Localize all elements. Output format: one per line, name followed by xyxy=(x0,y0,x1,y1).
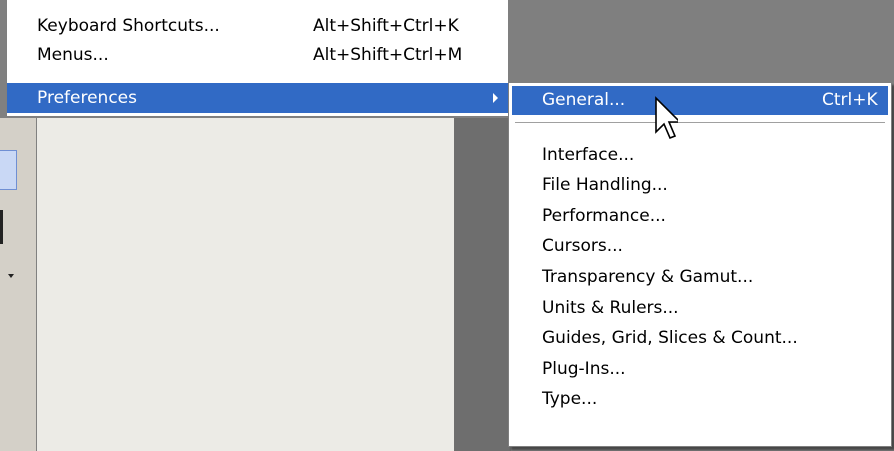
submenu-item-plug-ins[interactable]: Plug-Ins... xyxy=(512,355,888,384)
menu-item-menus[interactable]: Menus... Alt+Shift+Ctrl+M xyxy=(7,40,508,70)
menu-item-label: File Handling... xyxy=(542,175,668,195)
menu-separator xyxy=(515,122,885,124)
submenu-item-type[interactable]: Type... xyxy=(512,385,888,414)
menu-item-shortcut: Ctrl+K xyxy=(822,90,878,110)
menu-item-label: Cursors... xyxy=(542,236,623,256)
menu-item-label: Units & Rulers... xyxy=(542,298,679,318)
menu-item-shortcut: Alt+Shift+Ctrl+K xyxy=(313,16,459,36)
menu-item-label: Plug-Ins... xyxy=(542,359,626,379)
submenu-item-transparency-gamut[interactable]: Transparency & Gamut... xyxy=(512,263,888,292)
preferences-submenu: General... Ctrl+K Interface... File Hand… xyxy=(508,82,892,447)
menu-item-label: Interface... xyxy=(542,145,635,165)
submenu-item-general[interactable]: General... Ctrl+K xyxy=(512,86,888,115)
panel-divider xyxy=(0,210,3,244)
panel-gutter xyxy=(455,118,511,451)
dropdown-arrow-icon[interactable] xyxy=(8,274,14,278)
submenu-item-interface[interactable]: Interface... xyxy=(512,141,888,170)
submenu-arrow-icon xyxy=(493,93,498,103)
menu-item-label: Keyboard Shortcuts... xyxy=(37,16,220,36)
submenu-item-file-handling[interactable]: File Handling... xyxy=(512,171,888,200)
menu-item-label: Type... xyxy=(542,389,598,409)
edit-menu-dropdown: Keyboard Shortcuts... Alt+Shift+Ctrl+K M… xyxy=(6,0,509,117)
submenu-item-units-rulers[interactable]: Units & Rulers... xyxy=(512,294,888,323)
menu-item-keyboard-shortcuts[interactable]: Keyboard Shortcuts... Alt+Shift+Ctrl+K xyxy=(7,11,508,41)
workspace-panel xyxy=(37,118,455,451)
canvas-area xyxy=(509,0,894,82)
menu-item-label: Performance... xyxy=(542,206,666,226)
submenu-item-cursors[interactable]: Cursors... xyxy=(512,232,888,261)
menu-item-preferences[interactable]: Preferences xyxy=(7,83,508,113)
submenu-item-performance[interactable]: Performance... xyxy=(512,202,888,231)
menu-item-shortcut: Alt+Shift+Ctrl+M xyxy=(313,45,463,65)
menu-item-label: Menus... xyxy=(37,45,109,65)
menu-item-label: Preferences xyxy=(37,88,137,108)
tools-panel xyxy=(0,118,37,451)
menu-item-label: General... xyxy=(542,90,626,110)
selected-tool-indicator[interactable] xyxy=(0,150,17,190)
menu-item-label: Guides, Grid, Slices & Count... xyxy=(542,328,798,348)
menu-item-label: Transparency & Gamut... xyxy=(542,267,754,287)
submenu-item-guides-grid-slices[interactable]: Guides, Grid, Slices & Count... xyxy=(512,324,888,353)
